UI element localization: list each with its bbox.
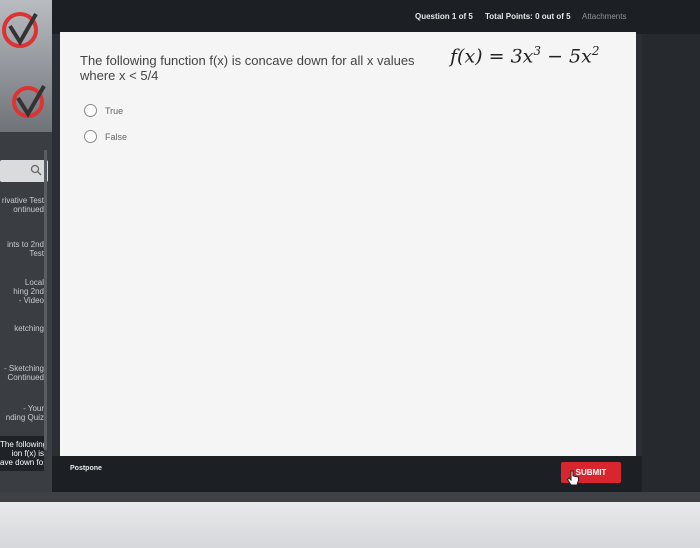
bottom-bar: Postpone SUBMIT [52, 456, 642, 492]
monitor-bezel [0, 492, 700, 502]
sidebar-item[interactable]: - Sketching Continued [0, 364, 44, 382]
sidebar-item[interactable]: - Your nding Quiz [0, 404, 44, 422]
question-text: The following function f(x) is concave d… [80, 53, 415, 83]
sidebar: rivative Test ontinued ints to 2nd Test … [0, 0, 52, 500]
question-panel: The following function f(x) is concave d… [60, 32, 636, 456]
sidebar-divider [44, 150, 47, 450]
sidebar-item[interactable]: rivative Test ontinued [0, 196, 44, 214]
choice-false[interactable]: False [84, 130, 127, 143]
top-bar: Question 1 of 5 Total Points: 0 out of 5… [52, 0, 700, 34]
sidebar-item[interactable]: ints to 2nd Test [0, 240, 44, 258]
hand-cursor-icon [566, 470, 579, 486]
sidebar-search[interactable] [0, 160, 48, 182]
formula-part: − 5x [541, 45, 592, 68]
choice-label: False [105, 131, 128, 142]
question-counter: Question 1 of 5 [415, 12, 473, 21]
sidebar-item-active[interactable]: The following ion f(x) is ave down fo... [0, 436, 44, 471]
search-icon [30, 164, 42, 176]
formula-exponent: 2 [591, 44, 600, 58]
radio-button[interactable] [84, 104, 97, 117]
postpone-button[interactable]: Postpone [70, 465, 102, 472]
sidebar-item[interactable]: Local hing 2nd - Video [0, 278, 44, 305]
total-points: Total Points: 0 out of 5 [485, 12, 571, 21]
sidebar-item[interactable]: ketching [0, 324, 44, 333]
question-formula: f(x) = 3x3 − 5x2 [450, 44, 599, 67]
desk-surface [0, 502, 700, 548]
app-logo [0, 0, 52, 132]
choice-label: True [105, 105, 124, 116]
radio-button[interactable] [84, 130, 97, 143]
formula-part: f(x) = 3x [450, 45, 534, 68]
choice-true[interactable]: True [84, 104, 123, 117]
formula-exponent: 3 [533, 44, 542, 58]
attachments-link[interactable]: Attachments [582, 12, 626, 21]
right-margin [642, 34, 700, 492]
